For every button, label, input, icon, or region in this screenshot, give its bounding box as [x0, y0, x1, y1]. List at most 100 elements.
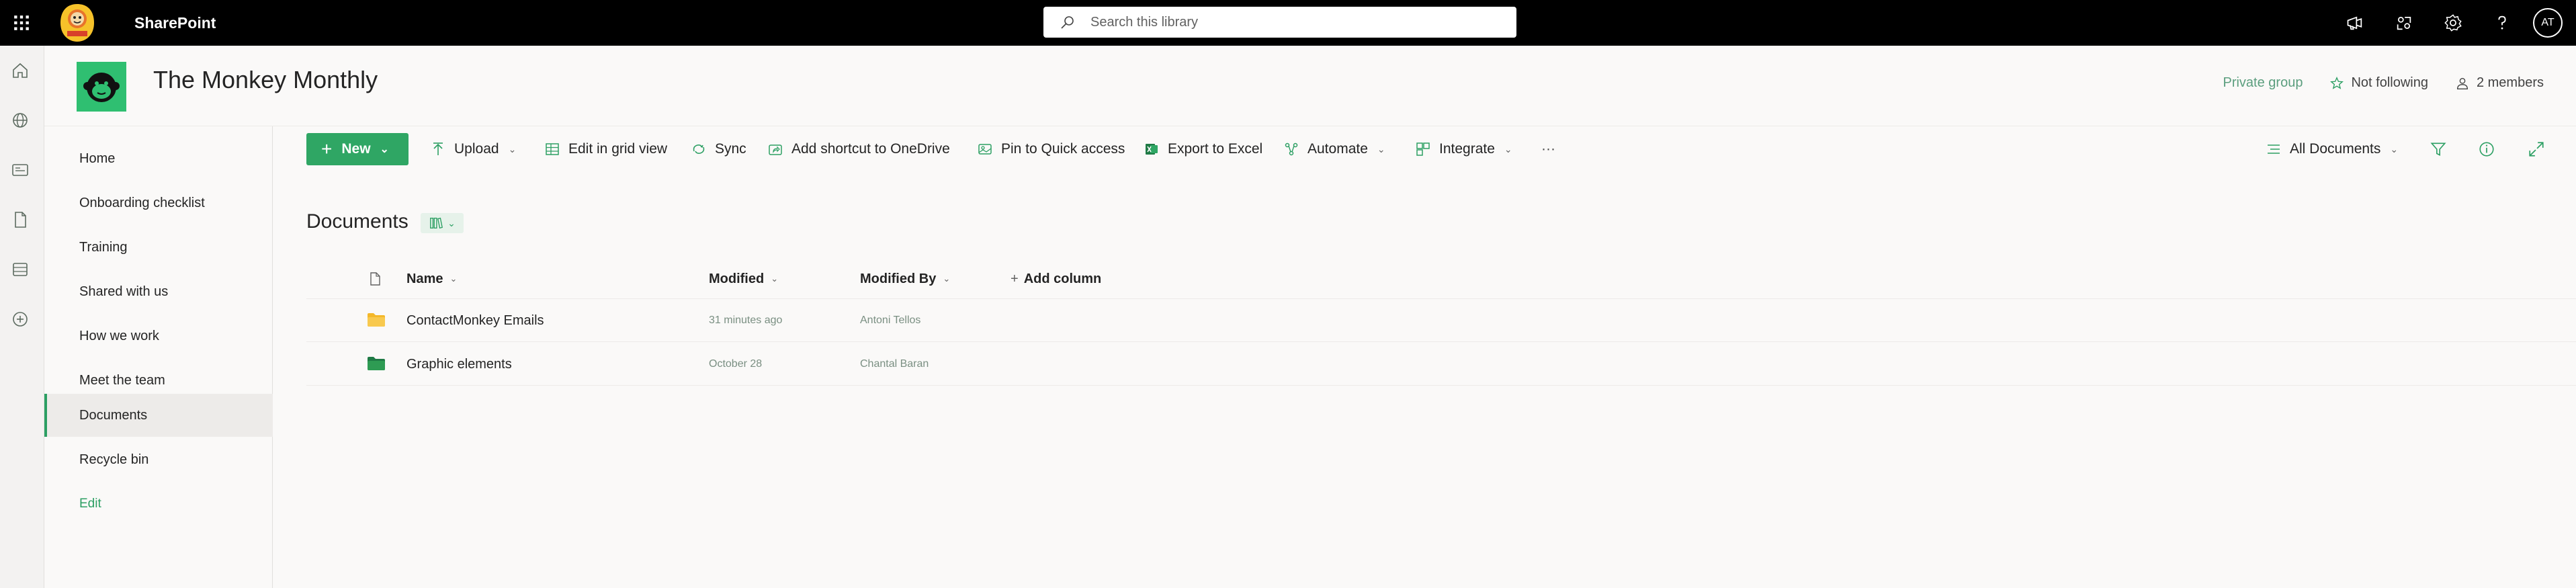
app-name[interactable]: SharePoint — [134, 0, 216, 46]
org-logo[interactable] — [59, 3, 95, 43]
person-icon — [2456, 77, 2468, 89]
pin-quick-access-button[interactable]: Pin to Quick access — [977, 133, 1125, 165]
follow-button[interactable]: Not following — [2329, 75, 2428, 91]
integrate-icon — [1416, 142, 1430, 156]
file-type-icon — [370, 272, 380, 286]
home-icon — [13, 62, 28, 78]
row-modified-by[interactable]: Antoni Tellos — [860, 299, 920, 342]
upload-button[interactable]: Upload ⌄ — [430, 133, 516, 165]
nav-item-recycle-bin[interactable]: Recycle bin — [44, 438, 273, 481]
expand-icon — [2529, 142, 2544, 157]
table-row[interactable]: ContactMonkey Emails 31 minutes ago Anto… — [306, 299, 2576, 342]
suite-bar: SharePoint Search this library AT — [0, 0, 2576, 46]
star-icon — [2330, 76, 2344, 89]
chevron-down-icon: ⌄ — [2390, 143, 2399, 155]
search-box[interactable]: Search this library — [1043, 7, 1516, 38]
grid-icon — [546, 143, 559, 155]
chevron-down-icon: ⌄ — [771, 274, 779, 284]
library-icon — [430, 217, 443, 229]
chevron-down-icon: ⌄ — [447, 217, 456, 228]
row-modified: 31 minutes ago — [709, 314, 783, 326]
settings-button[interactable] — [2428, 0, 2477, 46]
column-header-modified-by[interactable]: Modified By ⌄ — [860, 259, 950, 299]
nav-item-how-we-work[interactable]: How we work — [44, 314, 273, 358]
search-input[interactable]: Search this library — [1090, 15, 1198, 30]
search-icon — [1061, 16, 1074, 29]
grid-label: Edit in grid view — [568, 141, 668, 157]
app-launcher-button[interactable] — [0, 0, 43, 46]
info-button[interactable] — [2478, 133, 2495, 165]
chevron-down-icon: ⌄ — [508, 143, 517, 155]
add-shortcut-button[interactable]: Add shortcut to OneDrive — [767, 133, 950, 165]
news-button[interactable] — [10, 160, 30, 180]
lists-button[interactable] — [10, 259, 30, 280]
nav-edit-link[interactable]: Edit — [44, 482, 273, 526]
waffle-icon — [14, 15, 29, 30]
site-title[interactable]: The Monkey Monthly — [153, 66, 378, 94]
view-selector[interactable]: All Documents ⌄ — [2266, 133, 2398, 165]
export-excel-button[interactable]: Export to Excel — [1144, 133, 1262, 165]
chevron-down-icon: ⌄ — [449, 274, 458, 284]
integrate-button[interactable]: Integrate ⌄ — [1415, 133, 1512, 165]
new-label: New — [341, 141, 371, 157]
nav-item-documents[interactable]: Documents — [44, 394, 273, 437]
add-column-label: Add column — [1023, 271, 1102, 286]
list-header: Name ⌄ Modified ⌄ Modified By ⌄ + Add co… — [306, 259, 2576, 299]
row-modified: October 28 — [709, 358, 763, 370]
chevron-down-icon: ⌄ — [943, 274, 951, 284]
home-button[interactable] — [10, 60, 30, 81]
nav-item-onboarding-checklist[interactable]: Onboarding checklist — [44, 181, 273, 224]
export-label: Export to Excel — [1168, 141, 1263, 157]
file-type-column-header[interactable] — [367, 259, 383, 299]
document-icon — [15, 212, 26, 228]
column-modified-by-label: Modified By — [860, 271, 937, 286]
site-header: The Monkey Monthly Private group Not fol… — [44, 46, 2576, 126]
sites-button[interactable] — [10, 110, 30, 130]
list-icon — [13, 263, 28, 276]
sync-button[interactable]: Sync — [691, 133, 746, 165]
more-options-button[interactable]: ··· — [1541, 133, 1555, 165]
help-button[interactable] — [2477, 0, 2526, 46]
create-button[interactable] — [10, 309, 30, 329]
command-bar: + New ⌄ Upload ⌄ Edit in grid view Sync — [273, 126, 2576, 172]
avatar[interactable]: AT — [2533, 8, 2563, 38]
automate-button[interactable]: Automate ⌄ — [1283, 133, 1385, 165]
chevron-down-icon: ⌄ — [380, 144, 389, 155]
fullscreen-button[interactable] — [2528, 133, 2545, 165]
shortcut-label: Add shortcut to OneDrive — [791, 141, 950, 157]
add-column-button[interactable]: + Add column — [1011, 259, 1101, 299]
announcements-button[interactable] — [2330, 0, 2379, 46]
row-name[interactable]: Graphic elements — [406, 343, 512, 386]
privacy-label: Private group — [2223, 75, 2303, 90]
pin-label: Pin to Quick access — [1001, 141, 1125, 157]
column-header-name[interactable]: Name ⌄ — [406, 259, 457, 299]
app-bar — [0, 46, 44, 588]
members-button[interactable]: 2 members — [2455, 75, 2544, 91]
nav-item-home[interactable]: Home — [44, 137, 273, 180]
new-button[interactable]: + New ⌄ — [306, 133, 409, 165]
pin-icon — [978, 144, 992, 155]
people-network-icon — [2397, 16, 2411, 30]
column-header-modified[interactable]: Modified ⌄ — [709, 259, 778, 299]
shortcut-icon — [769, 144, 782, 155]
plus-icon: + — [1011, 271, 1019, 286]
nav-item-training[interactable]: Training — [44, 226, 273, 269]
filter-button[interactable] — [2430, 133, 2447, 165]
files-button[interactable] — [10, 210, 30, 230]
integrate-label: Integrate — [1439, 141, 1495, 157]
view-switcher-button[interactable]: ⌄ — [421, 213, 464, 233]
chevron-down-icon: ⌄ — [1377, 143, 1385, 155]
monkey-face-icon — [83, 73, 120, 102]
table-row[interactable]: Graphic elements October 28 Chantal Bara… — [306, 343, 2576, 386]
edit-grid-view-button[interactable]: Edit in grid view — [544, 133, 667, 165]
site-logo[interactable] — [77, 62, 126, 112]
megaphone-icon — [2347, 16, 2362, 30]
nav-item-shared-with-us[interactable]: Shared with us — [44, 270, 273, 313]
row-modified-by[interactable]: Chantal Baran — [860, 343, 929, 386]
row-name[interactable]: ContactMonkey Emails — [406, 299, 544, 342]
plus-icon: + — [321, 138, 333, 159]
app-switcher-button[interactable] — [2379, 0, 2428, 46]
library-title[interactable]: Documents — [306, 210, 409, 233]
flow-icon — [1285, 142, 1298, 156]
info-icon — [2479, 142, 2494, 157]
